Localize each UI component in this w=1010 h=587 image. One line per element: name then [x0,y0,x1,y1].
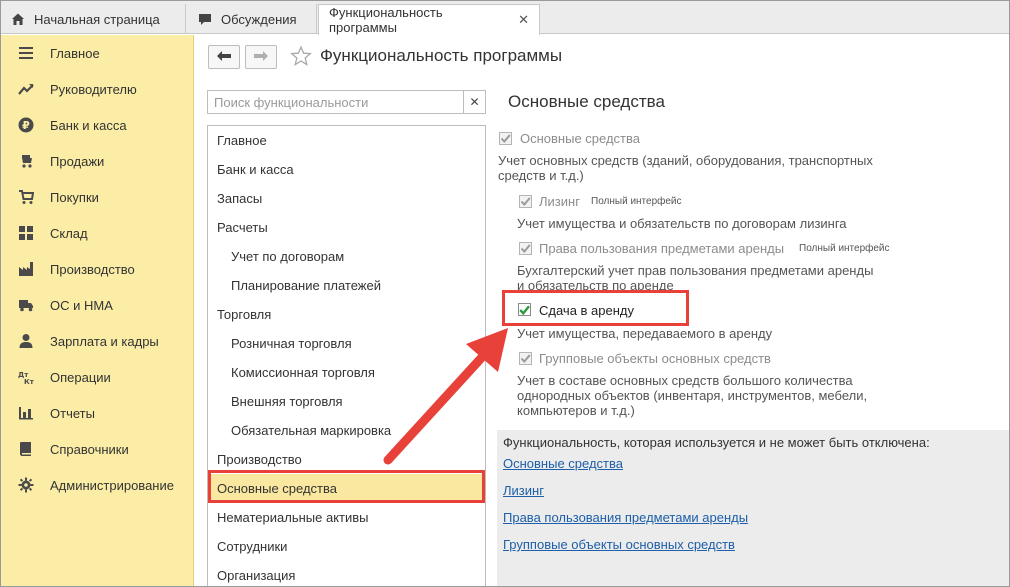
list-item[interactable]: Сотрудники [208,532,485,561]
dt-kt-icon: Дт Кт [18,369,34,385]
home-icon [10,11,26,27]
sidebar-item-bank[interactable]: ₽ Банк и касса [0,107,194,143]
fixed-assets-checkbox[interactable] [499,132,512,145]
tab-discussions-label: Обсуждения [221,11,297,27]
basket-icon [18,189,34,205]
full-interface-badge: Полный интерфейс [591,196,682,207]
fixed-assets-label: Основные средства [520,131,640,146]
leasing-label: Лизинг [539,194,580,209]
sidebar-item-administration[interactable]: Администрирование [0,467,194,503]
option-description: Учет имущества и обязательств по договор… [517,216,847,231]
sidebar-item-directories[interactable]: Справочники [0,431,194,467]
sidebar-item-label: Руководителю [50,81,137,97]
list-item[interactable]: Запасы [208,184,485,213]
sidebar-item-production[interactable]: Производство [0,251,194,287]
arrow-right-icon [253,50,269,65]
list-item[interactable]: Расчеты [208,213,485,242]
list-item[interactable]: Учет по договорам [208,242,485,271]
lease-rights-checkbox[interactable] [519,242,532,255]
ruble-icon: ₽ [18,117,34,133]
option-description: Бухгалтерский учет прав пользования пред… [517,263,874,293]
sidebar-item-label: Продажи [50,153,105,169]
arrow-left-icon [216,50,232,65]
lease-rights-label: Права пользования предметами аренды [539,241,785,256]
sidebar-item-salary[interactable]: Зарплата и кадры [0,323,194,359]
svg-text:₽: ₽ [22,119,30,132]
tab-functionality[interactable]: Функциональность программы ✕ [318,4,540,35]
sidebar-item-warehouse[interactable]: Склад [0,215,194,251]
sidebar: Главное Руководителю ₽ Банк и касса Прод… [0,35,194,587]
forward-button[interactable] [245,45,277,69]
gear-icon [18,477,34,493]
back-button[interactable] [208,45,240,69]
sidebar-item-label: Склад [50,225,88,241]
tab-home-label: Начальная страница [34,11,160,27]
sidebar-item-label: Отчеты [50,405,95,421]
star-icon[interactable] [290,45,312,67]
list-item[interactable]: Банк и касса [208,155,485,184]
link-lease-rights[interactable]: Права пользования предметами аренды [503,510,748,525]
search-input[interactable] [208,91,465,113]
option-description: Учет имущества, передаваемого в аренду [517,326,773,341]
highlight-frame-option [502,290,689,326]
sidebar-item-purchases[interactable]: Покупки [0,179,194,215]
sidebar-item-reports[interactable]: Отчеты [0,395,194,431]
sidebar-item-main[interactable]: Главное [0,35,194,71]
info-panel [497,430,1010,587]
tab-discussions[interactable]: Обсуждения [187,4,317,34]
sidebar-item-sales[interactable]: Продажи [0,143,194,179]
link-group-assets[interactable]: Групповые объекты основных средств [503,537,735,552]
option-description: Учет в составе основных средств большого… [517,373,868,418]
list-item[interactable]: Главное [208,126,485,155]
sidebar-item-label: Администрирование [50,477,174,493]
list-item[interactable]: Нематериальные активы [208,503,485,532]
svg-text:Кт: Кт [24,378,34,385]
clear-icon[interactable]: ✕ [463,91,485,113]
sidebar-item-label: Покупки [50,189,99,205]
book-icon [18,441,34,457]
sidebar-item-label: ОС и НМА [50,297,113,313]
close-icon[interactable]: ✕ [518,12,529,28]
menu-icon [18,45,34,61]
sidebar-item-manager[interactable]: Руководителю [0,71,194,107]
list-item[interactable]: Организация [208,561,485,587]
sidebar-item-label: Зарплата и кадры [50,333,159,349]
sidebar-item-label: Банк и касса [50,117,127,133]
warehouse-icon [18,225,34,241]
bar-chart-icon [18,405,34,421]
cart-icon [18,153,34,169]
person-icon [18,333,34,349]
tab-home[interactable]: Начальная страница [0,4,186,34]
section-title: Основные средства [508,92,665,111]
annotation-arrow-icon [383,328,508,465]
trend-icon [18,81,34,97]
info-title: Функциональность, которая используется и… [503,435,930,450]
list-item[interactable]: Планирование платежей [208,271,485,300]
group-assets-label: Групповые объекты основных средств [539,351,771,366]
chat-icon [197,11,213,27]
truck-icon [18,297,34,313]
option-description: Учет основных средств (зданий, оборудова… [498,153,873,183]
leasing-checkbox[interactable] [519,195,532,208]
sidebar-item-label: Справочники [50,441,129,457]
sidebar-item-operations[interactable]: Дт Кт Операции [0,359,194,395]
tab-functionality-label: Функциональность программы [329,5,443,35]
page-title: Функциональность программы [320,46,563,65]
full-interface-badge: Полный интерфейс [799,243,890,254]
sidebar-item-fixed-assets[interactable]: ОС и НМА [0,287,194,323]
sidebar-item-label: Главное [50,45,100,61]
tab-bar: Начальная страница Обсуждения Функционал… [0,0,1010,35]
sidebar-item-label: Производство [50,261,135,277]
search-box: ✕ [207,90,486,114]
factory-icon [18,261,34,277]
sidebar-item-label: Операции [50,369,111,385]
